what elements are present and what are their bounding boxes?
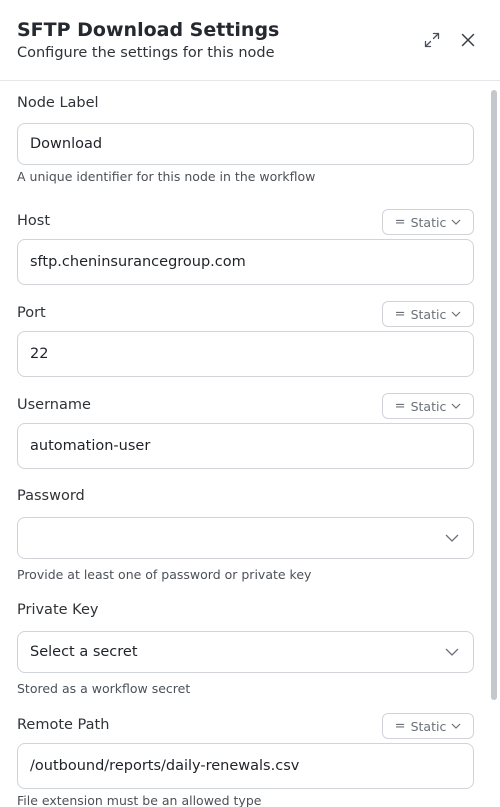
port-mode-toggle[interactable]: = Static (382, 301, 474, 327)
host-mode-label: Static (410, 214, 447, 230)
private-key-help: Stored as a workflow secret (17, 681, 191, 696)
expand-icon (424, 32, 440, 48)
remote-path-mode-toggle[interactable]: = Static (382, 713, 474, 739)
remote-path-mode-label: Static (410, 718, 447, 734)
expand-button[interactable] (422, 30, 442, 50)
chevron-down-icon (451, 219, 461, 225)
username-value: automation-user (30, 438, 151, 454)
port-mode-label: Static (410, 306, 447, 322)
password-select[interactable] (17, 517, 474, 559)
remote-path-value: /outbound/reports/daily-renewals.csv (30, 758, 300, 774)
chevron-down-icon (445, 648, 459, 656)
close-icon (461, 33, 475, 47)
chevron-down-icon (451, 403, 461, 409)
chevron-down-icon (451, 723, 461, 729)
remote-path-label: Remote Path (17, 717, 110, 733)
password-label: Password (17, 488, 85, 504)
password-help: Provide at least one of password or priv… (17, 567, 312, 582)
private-key-select[interactable]: Select a secret (17, 631, 474, 673)
private-key-label: Private Key (17, 602, 99, 618)
equals-icon: = (394, 718, 406, 734)
username-input[interactable]: automation-user (17, 423, 474, 469)
host-value: sftp.cheninsurancegroup.com (30, 254, 246, 270)
remote-path-help: File extension must be an allowed type (17, 793, 262, 807)
host-mode-toggle[interactable]: = Static (382, 209, 474, 235)
username-label: Username (17, 397, 91, 413)
equals-icon: = (394, 306, 406, 322)
node-label-value: Download (30, 136, 103, 152)
node-label-help: A unique identifier for this node in the… (17, 169, 316, 184)
node-label-input[interactable]: Download (17, 123, 474, 165)
chevron-down-icon (451, 311, 461, 317)
username-mode-toggle[interactable]: = Static (382, 393, 474, 419)
close-button[interactable] (458, 30, 478, 50)
port-input[interactable]: 22 (17, 331, 474, 377)
port-value: 22 (30, 346, 49, 362)
panel-header: SFTP Download Settings Configure the set… (0, 0, 500, 81)
scrollbar[interactable] (491, 90, 497, 700)
panel-title: SFTP Download Settings (17, 19, 280, 41)
panel-subtitle: Configure the settings for this node (17, 45, 275, 61)
host-input[interactable]: sftp.cheninsurancegroup.com (17, 239, 474, 285)
chevron-down-icon (445, 534, 459, 542)
equals-icon: = (394, 398, 406, 414)
equals-icon: = (394, 214, 406, 230)
node-label-label: Node Label (17, 95, 99, 111)
host-label: Host (17, 213, 51, 229)
port-label: Port (17, 305, 46, 321)
remote-path-input[interactable]: /outbound/reports/daily-renewals.csv (17, 743, 474, 789)
private-key-value: Select a secret (30, 644, 138, 660)
username-mode-label: Static (410, 398, 447, 414)
